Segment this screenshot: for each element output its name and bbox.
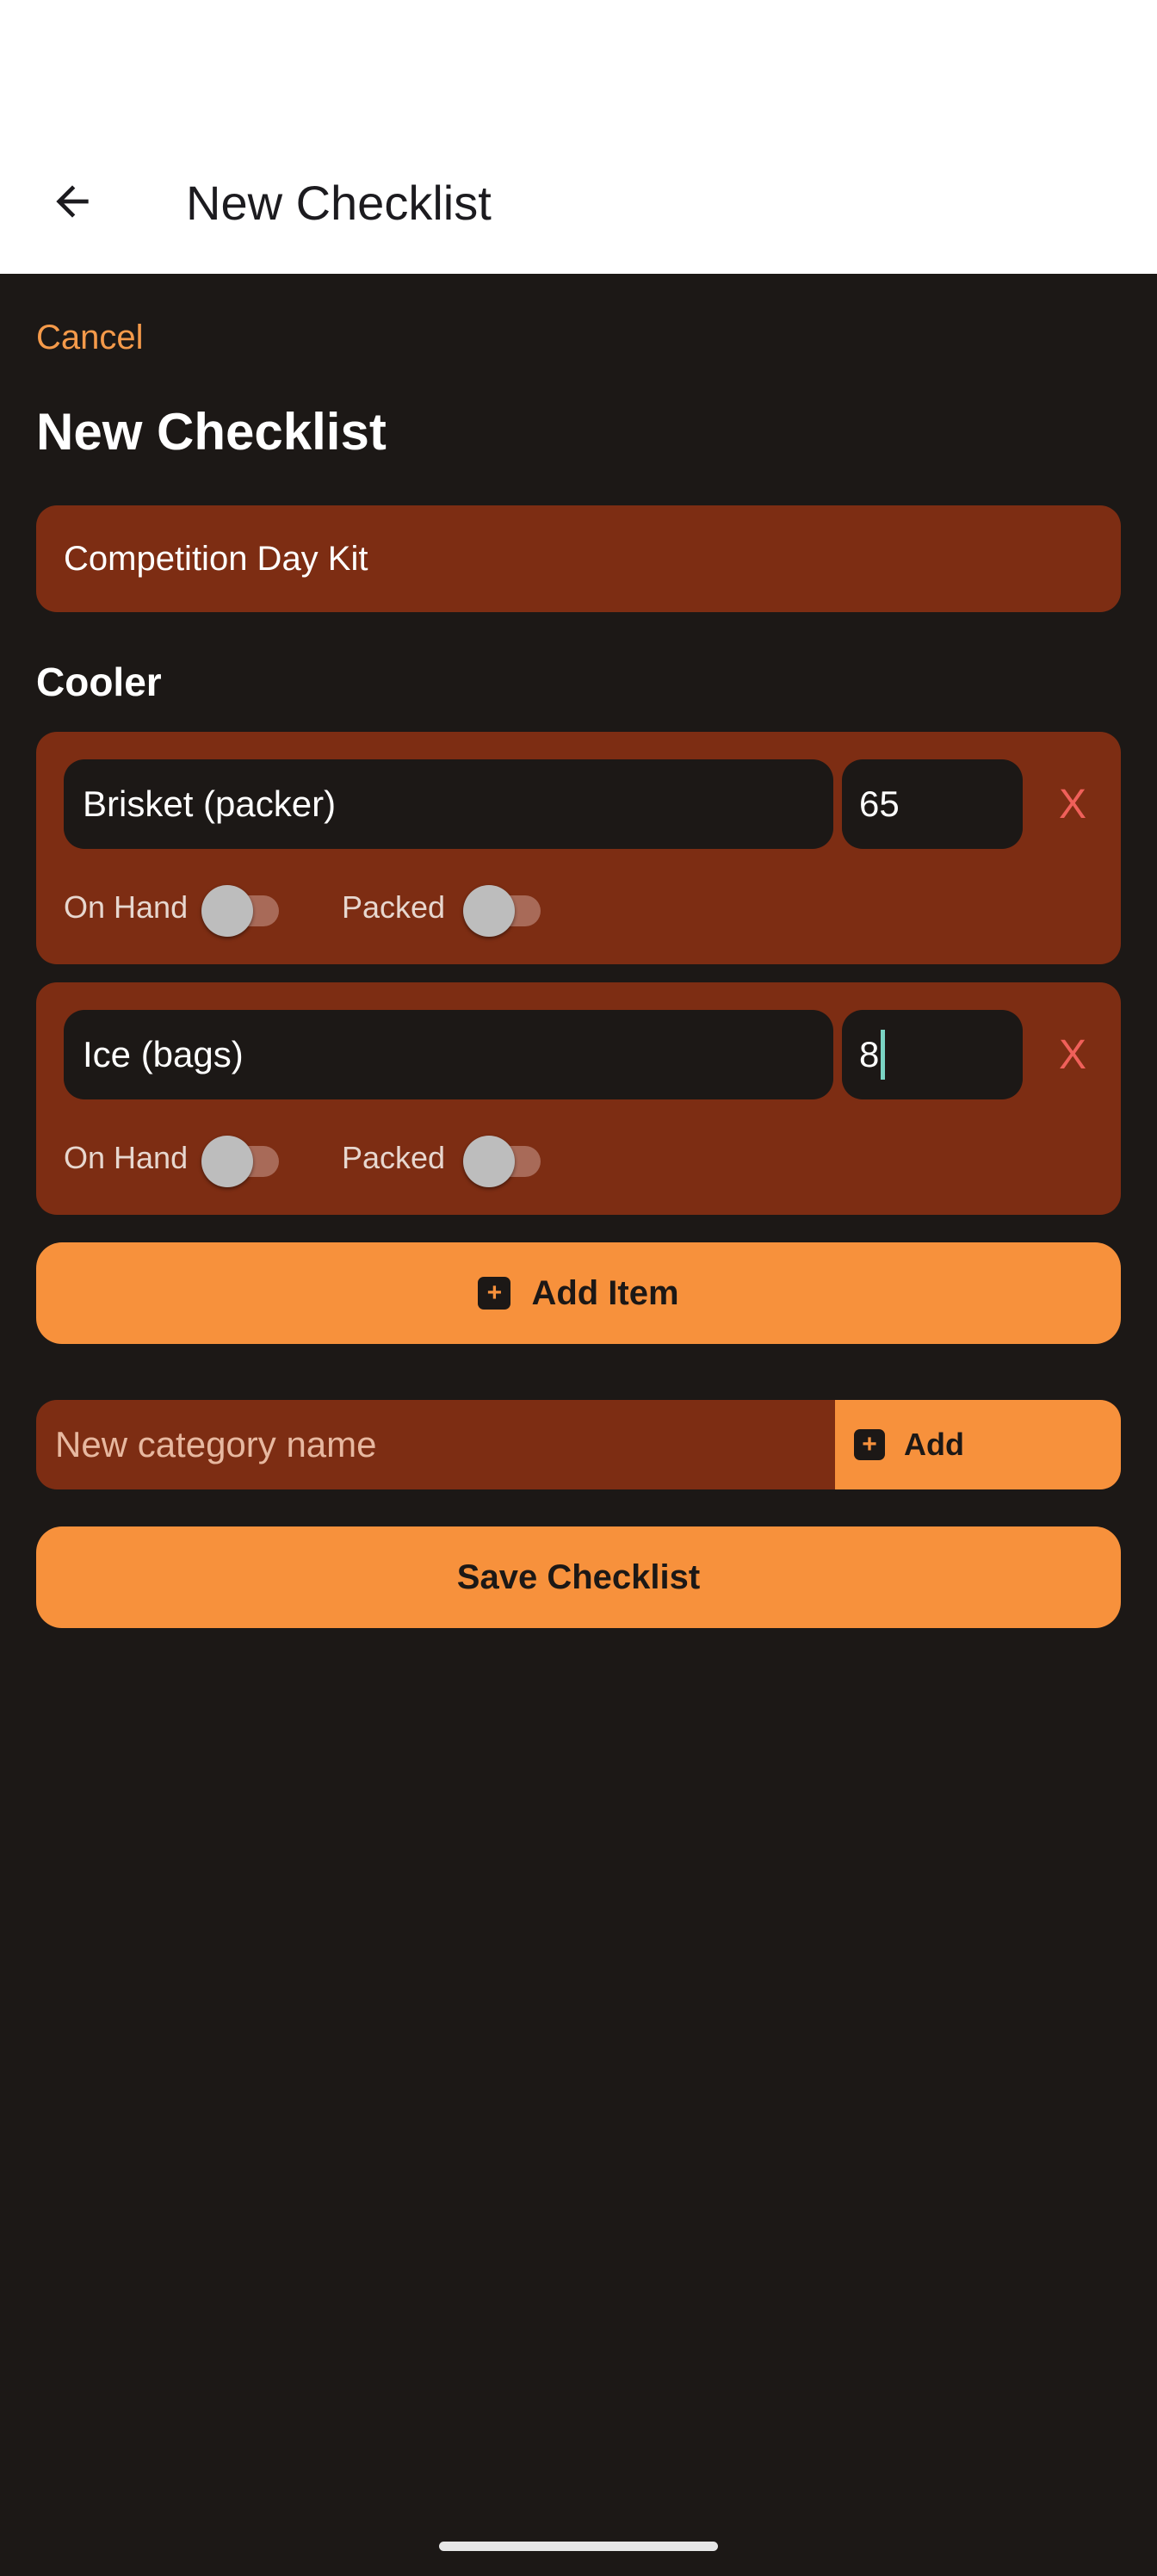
- checklist-name-input[interactable]: Competition Day Kit: [36, 505, 1121, 612]
- new-category-input[interactable]: New category name: [36, 1400, 835, 1489]
- on-hand-toggle[interactable]: [201, 885, 284, 937]
- text-cursor: [881, 1030, 886, 1080]
- on-hand-toggle[interactable]: [201, 1136, 284, 1187]
- back-button[interactable]: [34, 164, 110, 239]
- item-name-value: Brisket (packer): [83, 783, 337, 824]
- item-name-input[interactable]: Ice (bags): [64, 1010, 833, 1099]
- packed-label: Packed: [342, 889, 446, 925]
- checklist-name-value: Competition Day Kit: [64, 539, 368, 578]
- toggle-thumb: [201, 885, 253, 937]
- on-hand-label: On Hand: [64, 889, 189, 925]
- item-quantity-input[interactable]: 8: [842, 1010, 1023, 1099]
- add-category-button[interactable]: + Add: [835, 1400, 1121, 1489]
- packed-label: Packed: [342, 1140, 446, 1175]
- arrow-left-icon: [56, 185, 89, 218]
- toggle-thumb: [201, 1136, 253, 1187]
- toggle-thumb: [463, 1136, 515, 1187]
- add-box-icon: +: [478, 1277, 511, 1310]
- add-item-button[interactable]: + Add Item: [36, 1242, 1121, 1344]
- item-quantity-input[interactable]: 65: [842, 759, 1023, 849]
- category-title: Cooler: [36, 659, 162, 704]
- item-name-value: Ice (bags): [83, 1034, 244, 1074]
- item-card: Brisket (packer) 65 X On Hand Packed: [36, 732, 1121, 964]
- page-title: New Checklist: [36, 403, 387, 461]
- add-category-label: Add: [904, 1427, 964, 1462]
- item-name-input[interactable]: Brisket (packer): [64, 759, 833, 849]
- app-bar: New Checklist: [0, 0, 1157, 274]
- packed-toggle[interactable]: [463, 885, 546, 937]
- new-category-row: New category name + Add: [36, 1400, 1121, 1489]
- on-hand-label: On Hand: [64, 1140, 189, 1175]
- packed-toggle[interactable]: [463, 1136, 546, 1187]
- app-bar-title: New Checklist: [186, 176, 492, 230]
- new-category-placeholder: New category name: [55, 1424, 377, 1464]
- toggle-thumb: [463, 885, 515, 937]
- item-quantity-value: 65: [859, 783, 900, 824]
- remove-item-button[interactable]: X: [1042, 759, 1104, 849]
- item-quantity-value: 8: [859, 1034, 880, 1074]
- add-item-label: Add Item: [531, 1273, 679, 1312]
- cancel-link[interactable]: Cancel: [36, 313, 144, 362]
- home-indicator[interactable]: [439, 2542, 718, 2551]
- remove-item-button[interactable]: X: [1042, 1010, 1104, 1099]
- save-checklist-button[interactable]: Save Checklist: [36, 1526, 1121, 1628]
- item-card: Ice (bags) 8 X On Hand Packed: [36, 982, 1121, 1215]
- add-box-icon: +: [854, 1429, 885, 1460]
